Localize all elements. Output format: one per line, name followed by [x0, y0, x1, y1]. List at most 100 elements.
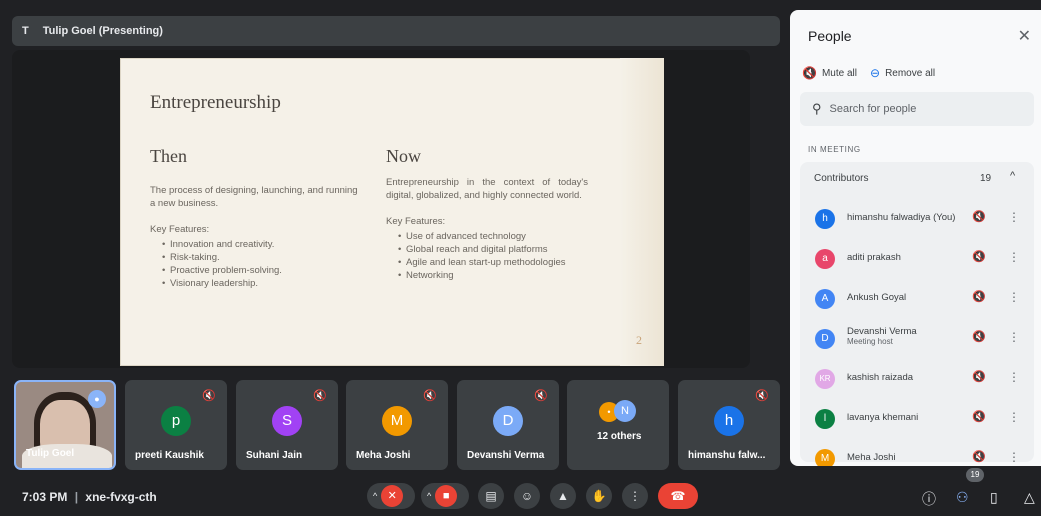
- group-count: 19: [980, 173, 992, 184]
- now-column: Entrepreneurship in the context of today…: [386, 176, 588, 282]
- contributors-group[interactable]: Contributors 19 ^ h himanshu falwadiya (…: [800, 162, 1034, 466]
- avatar: A: [815, 289, 835, 309]
- participant-tile-self[interactable]: ● Tulip Goel: [14, 380, 116, 470]
- mic-off-icon[interactable]: 🔇: [972, 290, 986, 303]
- participant-tile[interactable]: 🔇 S Suhani Jain: [236, 380, 338, 470]
- list-item[interactable]: a aditi prakash 🔇 ⋮: [800, 238, 1034, 278]
- list-item[interactable]: h himanshu falwadiya (You) 🔇 ⋮: [800, 198, 1034, 238]
- meeting-details-icon[interactable]: ⓘ: [922, 489, 936, 509]
- list-item[interactable]: KR kashish raizada 🔇 ⋮: [800, 358, 1034, 398]
- mic-control[interactable]: ^ ✕: [367, 483, 415, 509]
- person-name: himanshu falwadiya (You): [847, 212, 956, 223]
- participant-tile[interactable]: 🔇 M Meha Joshi: [346, 380, 448, 470]
- participant-name: Tulip Goel: [26, 448, 75, 459]
- person-name: Meha Joshi: [847, 452, 896, 463]
- participant-name: himanshu falw...: [688, 450, 766, 461]
- presenter-initial: T: [22, 25, 29, 37]
- more-options-button[interactable]: ⋮: [622, 483, 648, 509]
- meeting-info: 7:03 PM | xne-fvxg-cth: [22, 490, 157, 504]
- chat-icon[interactable]: ▯: [990, 489, 998, 506]
- person-name: aditi prakash: [847, 252, 901, 263]
- mic-off-icon[interactable]: ✕: [381, 485, 404, 507]
- camera-control[interactable]: ^ ■: [421, 483, 469, 509]
- section-label: IN MEETING: [808, 145, 861, 154]
- slide-edge-shade: [620, 58, 664, 366]
- mic-off-icon[interactable]: 🔇: [972, 330, 986, 343]
- more-vert-icon[interactable]: ⋮: [1008, 410, 1020, 424]
- then-description: The process of designing, launching, and…: [150, 185, 358, 209]
- people-icon[interactable]: ⚇: [956, 489, 969, 506]
- more-vert-icon[interactable]: ⋮: [1008, 210, 1020, 224]
- participant-name: Meha Joshi: [356, 450, 411, 461]
- now-feature-item: Networking: [386, 269, 588, 282]
- avatar: l: [815, 409, 835, 429]
- then-heading: Then: [150, 146, 187, 166]
- more-vert-icon[interactable]: ⋮: [1008, 450, 1020, 464]
- then-feature-item: Innovation and creativity.: [150, 238, 362, 251]
- present-screen-button[interactable]: ▲: [550, 483, 576, 509]
- list-item[interactable]: l lavanya khemani 🔇 ⋮: [800, 398, 1034, 438]
- then-feature-item: Visionary leadership.: [150, 277, 362, 290]
- people-count-badge: 19: [966, 468, 984, 482]
- chevron-up-icon[interactable]: ^: [1010, 170, 1015, 182]
- then-feature-item: Proactive problem-solving.: [150, 264, 362, 277]
- chevron-up-icon[interactable]: ^: [427, 483, 431, 509]
- now-feature-item: Agile and lean start-up methodologies: [386, 256, 588, 269]
- more-vert-icon[interactable]: ⋮: [1008, 370, 1020, 384]
- mic-off-icon: 🔇: [313, 390, 327, 402]
- participant-name: Suhani Jain: [246, 450, 303, 461]
- participant-name: 12 others: [597, 431, 642, 442]
- raise-hand-button[interactable]: ✋: [586, 483, 612, 509]
- close-icon[interactable]: ✕: [1018, 26, 1031, 46]
- avatar-stack-second: N: [614, 400, 636, 422]
- participant-name: preeti Kaushik: [135, 450, 204, 461]
- participant-name: Devanshi Verma: [467, 450, 545, 461]
- now-feature-item: Use of advanced technology: [386, 230, 588, 243]
- participant-tile-others[interactable]: • N 12 others: [567, 380, 669, 470]
- remove-all-button[interactable]: ⊖ Remove all: [870, 66, 935, 80]
- slide-title: Entrepreneurship: [150, 92, 281, 113]
- avatar: M: [815, 449, 835, 466]
- captions-button[interactable]: ▤: [478, 483, 504, 509]
- list-item[interactable]: A Ankush Goyal 🔇 ⋮: [800, 278, 1034, 318]
- emoji-reaction-button[interactable]: ☺: [514, 483, 540, 509]
- activities-icon[interactable]: △: [1024, 489, 1035, 506]
- avatar: a: [815, 249, 835, 269]
- more-vert-icon[interactable]: ⋮: [1008, 290, 1020, 304]
- camera-off-icon[interactable]: ■: [435, 485, 458, 507]
- now-features-label: Key Features:: [386, 216, 446, 227]
- mic-off-icon[interactable]: 🔇: [972, 370, 986, 383]
- participant-tile[interactable]: 🔇 D Devanshi Verma: [457, 380, 559, 470]
- speaking-indicator-icon: ●: [88, 390, 106, 408]
- avatar: h: [714, 406, 744, 436]
- remove-circle-icon: ⊖: [870, 66, 881, 80]
- search-placeholder: Search for people: [829, 103, 917, 115]
- bottom-control-bar: 7:03 PM | xne-fvxg-cth ^ ✕ ^ ■ ▤ ☺ ▲ ✋ ⋮…: [0, 476, 1041, 516]
- remove-all-label: Remove all: [885, 67, 936, 79]
- then-features-list: Innovation and creativity. Risk-taking. …: [150, 238, 362, 290]
- list-item[interactable]: M Meha Joshi 🔇 ⋮: [800, 438, 1034, 466]
- more-vert-icon[interactable]: ⋮: [1008, 250, 1020, 264]
- mic-off-icon: 🔇: [202, 390, 216, 402]
- avatar: p: [161, 406, 191, 436]
- mute-all-label: Mute all: [821, 67, 857, 79]
- now-features-list: Use of advanced technology Global reach …: [386, 230, 588, 282]
- mute-all-button[interactable]: 🔇 Mute all: [802, 66, 857, 80]
- list-item[interactable]: D Devanshi Verma Meeting host 🔇 ⋮: [800, 318, 1034, 358]
- presenter-bar: T Tulip Goel (Presenting): [12, 16, 780, 46]
- then-column: The process of designing, launching, and…: [150, 184, 362, 290]
- mic-off-icon[interactable]: 🔇: [972, 410, 986, 423]
- person-name: Devanshi Verma: [847, 326, 917, 337]
- mic-off-icon: 🔇: [755, 390, 769, 402]
- participant-tile[interactable]: 🔇 h himanshu falw...: [678, 380, 780, 470]
- more-vert-icon[interactable]: ⋮: [1008, 330, 1020, 344]
- mic-off-icon[interactable]: 🔇: [972, 210, 986, 223]
- search-input[interactable]: ⚲ Search for people: [800, 92, 1034, 126]
- mic-off-icon[interactable]: 🔇: [972, 250, 986, 263]
- participant-tile[interactable]: 🔇 p preeti Kaushik: [125, 380, 227, 470]
- mic-off-icon[interactable]: 🔇: [972, 450, 986, 463]
- leave-call-button[interactable]: ☎: [658, 483, 698, 509]
- search-icon: ⚲: [812, 101, 822, 116]
- chevron-up-icon[interactable]: ^: [373, 483, 377, 509]
- mic-off-icon: 🔇: [423, 390, 437, 402]
